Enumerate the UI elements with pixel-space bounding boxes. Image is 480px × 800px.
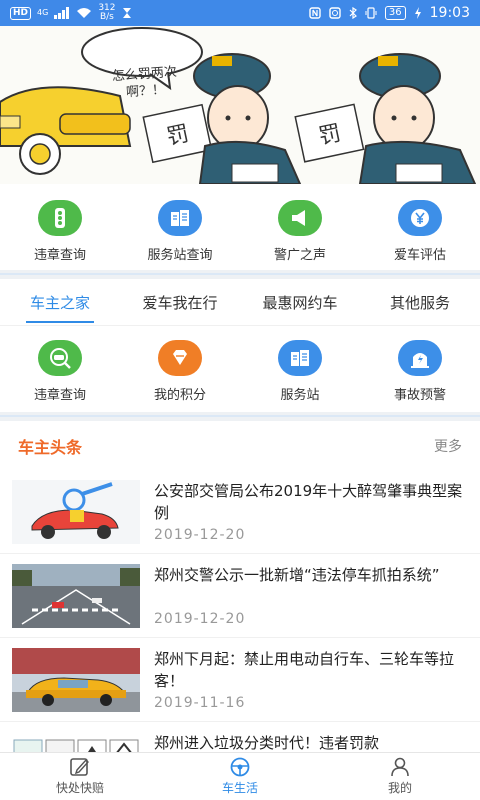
quick-label: 警广之声 xyxy=(273,248,326,263)
bluetooth-icon xyxy=(349,7,357,19)
tab-owner-home[interactable]: 车主之家 xyxy=(0,280,120,325)
traffic-light-icon xyxy=(38,200,82,236)
bottom-navigation: 快处快赔 车生活 我的 xyxy=(0,752,480,800)
headlines-title: 车主头条 xyxy=(18,438,83,457)
category-tabs: 车主之家 爱车我在行 最惠网约车 其他服务 xyxy=(0,280,480,326)
nav-label: 快处快赔 xyxy=(55,781,104,795)
steering-wheel-icon xyxy=(230,757,250,777)
news-title: 郑州交警公示一批新增“违法停车抓拍系统” xyxy=(154,566,440,584)
news-item[interactable]: 郑州下月起：禁止用电动自行车、三轮车等拉客！ 2019-11-16 xyxy=(0,638,480,722)
quick-access-grid: 违章查询 服务站查询 警广之声 爱车评估 xyxy=(0,184,480,270)
user-icon xyxy=(391,757,409,777)
news-date: 2019-12-20 xyxy=(154,611,246,627)
tab-ride-hailing[interactable]: 最惠网约车 xyxy=(240,280,360,325)
service-accident-alert[interactable]: 事故预警 xyxy=(360,326,480,412)
tab-other-services[interactable]: 其他服务 xyxy=(360,280,480,325)
yen-icon xyxy=(398,200,442,236)
quick-label: 爱车评估 xyxy=(393,248,446,263)
banner-illustration: 罚 罚 xyxy=(0,26,480,184)
charging-icon xyxy=(414,7,421,19)
nav-label: 我的 xyxy=(387,781,412,795)
news-item[interactable]: 郑州交警公示一批新增“违法停车抓拍系统” 2019-12-20 xyxy=(0,554,480,638)
building-icon xyxy=(158,200,202,236)
network-speed: 312 B/s xyxy=(98,4,115,22)
service-label: 服务站 xyxy=(280,388,320,403)
car-search-icon xyxy=(38,340,82,376)
service-station[interactable]: 服务站 xyxy=(240,326,360,412)
news-list: 公安部交管局公布2019年十大醉驾肇事典型案例 2019-12-20 郑州交警公… xyxy=(0,470,480,800)
tab-car-expert[interactable]: 爱车我在行 xyxy=(120,280,240,325)
news-title: 郑州下月起：禁止用电动自行车、三轮车等拉客！ xyxy=(154,650,455,690)
news-title: 公安部交管局公布2019年十大醉驾肇事典型案例 xyxy=(154,482,463,522)
news-item[interactable]: 公安部交管局公布2019年十大醉驾肇事典型案例 2019-12-20 xyxy=(0,470,480,554)
news-date: 2019-12-20 xyxy=(154,527,246,543)
quick-violation-query[interactable]: 违章查询 xyxy=(0,184,120,270)
wifi-icon xyxy=(77,8,92,18)
quick-car-valuation[interactable]: 爱车评估 xyxy=(360,184,480,270)
nav-profile[interactable]: 我的 xyxy=(320,753,480,800)
service-label: 违章查询 xyxy=(33,388,86,403)
vibrate-icon xyxy=(365,7,377,19)
nfc-icon xyxy=(309,7,321,19)
nav-label: 车生活 xyxy=(221,781,258,795)
news-text: 郑州交警公示一批新增“违法停车抓拍系统” 2019-12-20 xyxy=(154,564,468,637)
quick-label: 违章查询 xyxy=(33,248,86,263)
nav-quick-claim[interactable]: 快处快赔 xyxy=(0,753,160,800)
diamond-icon xyxy=(158,340,202,376)
more-link[interactable]: 更多 xyxy=(434,436,462,456)
alarm-icon xyxy=(329,7,341,19)
news-text: 郑州下月起：禁止用电动自行车、三轮车等拉客！ 2019-11-16 xyxy=(154,648,468,721)
speed-unit: B/s xyxy=(99,12,114,22)
service-label: 事故预警 xyxy=(393,388,446,403)
alert-icon xyxy=(398,340,442,376)
edit-icon xyxy=(70,758,89,776)
nav-car-life[interactable]: 车生活 xyxy=(160,753,320,800)
status-bar: HD 4G 312 B/s 36 19:03 xyxy=(0,0,480,26)
quick-label: 服务站查询 xyxy=(147,248,213,263)
service-grid: 违章查询 我的积分 服务站 事故预警 xyxy=(0,326,480,412)
news-thumbnail xyxy=(12,564,140,628)
hourglass-icon xyxy=(122,8,131,18)
quick-service-station-query[interactable]: 服务站查询 xyxy=(120,184,240,270)
bubble-text: 怎么罚两次啊？！ xyxy=(111,64,178,101)
section-divider xyxy=(0,412,480,421)
news-date: 2019-11-16 xyxy=(154,695,246,711)
network-type: 4G xyxy=(37,8,49,17)
building-icon xyxy=(278,340,322,376)
signal-icon xyxy=(54,7,70,19)
megaphone-icon xyxy=(278,200,322,236)
headlines-header: 车主头条 更多 xyxy=(0,422,480,470)
news-thumbnail xyxy=(12,648,140,712)
clock: 19:03 xyxy=(429,5,470,21)
promo-banner[interactable]: 罚 罚 怎么罚两次啊？！ xyxy=(0,26,480,184)
service-my-points[interactable]: 我的积分 xyxy=(120,326,240,412)
service-violation-query[interactable]: 违章查询 xyxy=(0,326,120,412)
news-text: 公安部交管局公布2019年十大醉驾肇事典型案例 2019-12-20 xyxy=(154,480,468,553)
news-thumbnail xyxy=(12,480,140,544)
quick-police-radio[interactable]: 警广之声 xyxy=(240,184,360,270)
battery-level: 36 xyxy=(384,6,406,20)
service-label: 我的积分 xyxy=(153,388,206,403)
hd-indicator: HD xyxy=(10,6,32,20)
section-divider xyxy=(0,270,480,279)
